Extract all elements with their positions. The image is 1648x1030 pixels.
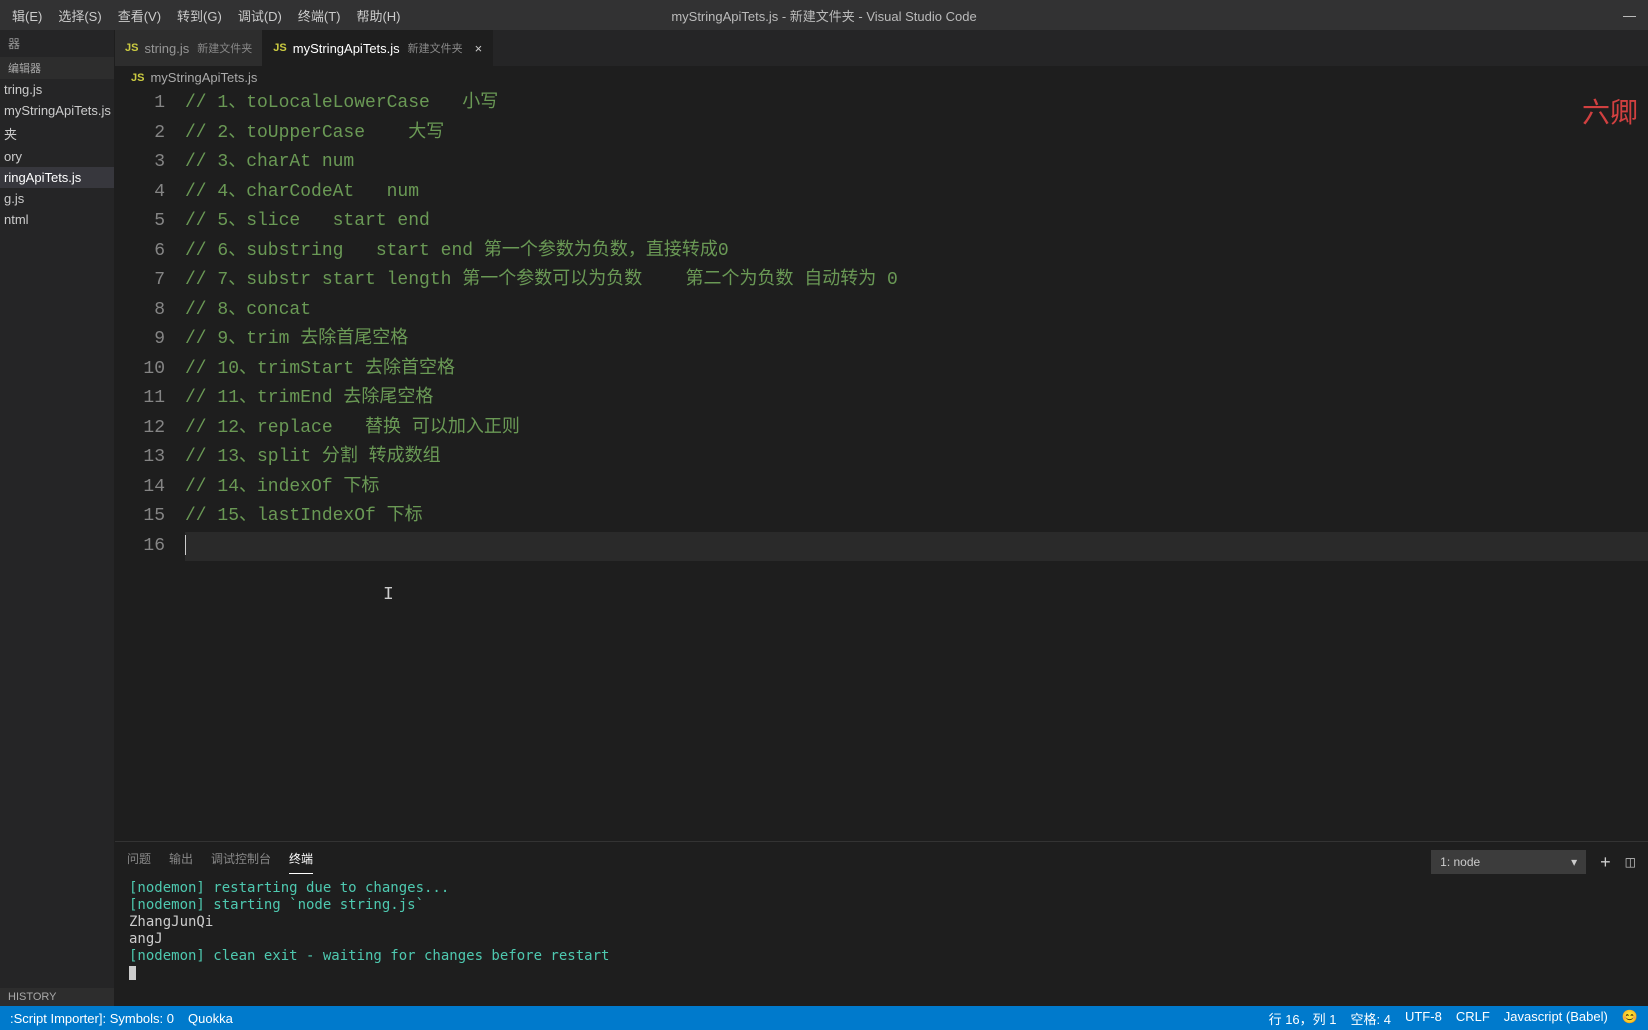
window-title: myStringApiTets.js - 新建文件夹 - Visual Stud… bbox=[671, 6, 976, 25]
sidebar-file[interactable]: 夹 bbox=[0, 121, 114, 146]
status-item[interactable]: CRLF bbox=[1456, 1009, 1490, 1028]
editor-tab[interactable]: JS myStringApiTets.js 新建文件夹 × bbox=[263, 30, 493, 66]
code-line[interactable]: // 2、toUpperCase 大写 bbox=[185, 119, 1648, 149]
code-line[interactable]: // 14、indexOf 下标 bbox=[185, 473, 1648, 503]
status-item[interactable]: 行 16，列 1 bbox=[1269, 1009, 1337, 1028]
status-item[interactable]: :Script Importer]: Symbols: 0 bbox=[10, 1011, 174, 1026]
menu-item[interactable]: 选择(S) bbox=[50, 6, 109, 25]
code-line[interactable]: // 9、trim 去除首尾空格 bbox=[185, 325, 1648, 355]
breadcrumb-file: myStringApiTets.js bbox=[150, 70, 257, 85]
sidebar-file[interactable]: myStringApiTets.js bbox=[0, 100, 114, 121]
tab-name: myStringApiTets.js bbox=[293, 41, 400, 56]
menu-bar: 辑(E)选择(S)查看(V)转到(G)调试(D)终端(T)帮助(H) bbox=[0, 6, 409, 25]
status-item[interactable]: 空格: 4 bbox=[1351, 1009, 1391, 1028]
menu-item[interactable]: 辑(E) bbox=[4, 6, 50, 25]
sidebar-section-history: HISTORY bbox=[0, 988, 114, 1006]
terminal-cursor bbox=[129, 966, 136, 980]
status-left: :Script Importer]: Symbols: 0 Quokka bbox=[10, 1011, 233, 1026]
status-item[interactable]: 😊 bbox=[1622, 1009, 1638, 1028]
sidebar-file[interactable]: ringApiTets.js bbox=[0, 167, 114, 188]
sidebar-section-editors: 编辑器 bbox=[0, 57, 114, 79]
code-line[interactable]: // 15、lastIndexOf 下标 bbox=[185, 502, 1648, 532]
js-icon: JS bbox=[131, 72, 144, 84]
js-icon: JS bbox=[273, 42, 286, 54]
terminal-output[interactable]: [nodemon] restarting due to changes...[n… bbox=[115, 874, 1648, 1006]
window-controls[interactable]: — bbox=[1611, 8, 1648, 23]
menu-item[interactable]: 转到(G) bbox=[169, 6, 230, 25]
terminal-line: [nodemon] starting `node string.js` bbox=[129, 897, 1634, 914]
sidebar: 器 编辑器 tring.jsmyStringApiTets.js夹oryring… bbox=[0, 30, 115, 1006]
code-line[interactable]: // 1、toLocaleLowerCase 小写 bbox=[185, 89, 1648, 119]
line-gutter: 12345678910111213141516 bbox=[115, 89, 185, 841]
code-line[interactable]: // 12、replace 替换 可以加入正则 bbox=[185, 414, 1648, 444]
text-cursor-icon: I bbox=[383, 581, 394, 611]
bottom-panel: 问题输出调试控制台终端 1: node ▾ + ◫ [nodemon] rest… bbox=[115, 841, 1648, 1006]
sidebar-file[interactable]: ory bbox=[0, 146, 114, 167]
code-lines[interactable]: // 1、toLocaleLowerCase 小写// 2、toUpperCas… bbox=[185, 89, 1648, 841]
code-line[interactable]: // 6、substring start end 第一个参数为负数，直接转成0 bbox=[185, 237, 1648, 267]
sidebar-file[interactable]: tring.js bbox=[0, 79, 114, 100]
menu-item[interactable]: 查看(V) bbox=[110, 6, 169, 25]
terminal-line: angJ bbox=[129, 931, 1634, 948]
minimize-icon[interactable]: — bbox=[1611, 8, 1648, 23]
watermark: 六卿 bbox=[1582, 99, 1638, 129]
status-bar: :Script Importer]: Symbols: 0 Quokka 行 16… bbox=[0, 1006, 1648, 1030]
code-line[interactable]: // 4、charCodeAt num bbox=[185, 178, 1648, 208]
panel-tab[interactable]: 调试控制台 bbox=[211, 850, 271, 874]
close-icon[interactable]: × bbox=[475, 41, 483, 56]
menu-item[interactable]: 终端(T) bbox=[290, 6, 349, 25]
code-line[interactable]: // 8、concat bbox=[185, 296, 1648, 326]
status-right: 行 16，列 1 空格: 4 UTF-8 CRLF Javascript (Babel)… bbox=[1269, 1009, 1638, 1028]
panel-tab[interactable]: 问题 bbox=[127, 850, 151, 874]
code-line[interactable]: // 5、slice start end bbox=[185, 207, 1648, 237]
new-terminal-icon[interactable]: + bbox=[1600, 852, 1611, 873]
status-item[interactable]: UTF-8 bbox=[1405, 1009, 1442, 1028]
sidebar-file[interactable]: ntml bbox=[0, 209, 114, 230]
code-line[interactable]: // 11、trimEnd 去除尾空格 bbox=[185, 384, 1648, 414]
panel-tab[interactable]: 终端 bbox=[289, 850, 313, 874]
sidebar-file[interactable]: g.js bbox=[0, 188, 114, 209]
tab-folder: 新建文件夹 bbox=[197, 40, 252, 56]
panel-tabs: 问题输出调试控制台终端 1: node ▾ + ◫ bbox=[115, 842, 1648, 874]
split-terminal-icon[interactable]: ◫ bbox=[1625, 855, 1636, 869]
code-line[interactable]: // 7、substr start length 第一个参数可以为负数 第二个为… bbox=[185, 266, 1648, 296]
code-line[interactable]: // 3、charAt num bbox=[185, 148, 1648, 178]
editor-tabs: JS string.js 新建文件夹 JS myStringApiTets.js 新建文件… bbox=[115, 30, 1648, 66]
code-line[interactable]: // 13、split 分割 转成数组 bbox=[185, 443, 1648, 473]
panel-tab[interactable]: 输出 bbox=[169, 850, 193, 874]
status-item[interactable]: Javascript (Babel) bbox=[1504, 1009, 1608, 1028]
sidebar-header: 器 bbox=[0, 30, 114, 57]
editor-tab[interactable]: JS string.js 新建文件夹 bbox=[115, 30, 263, 66]
code-editor[interactable]: 六卿 12345678910111213141516 // 1、toLocale… bbox=[115, 89, 1648, 841]
sidebar-file-list: tring.jsmyStringApiTets.js夹oryringApiTet… bbox=[0, 79, 114, 988]
terminal-select[interactable]: 1: node ▾ bbox=[1431, 850, 1586, 874]
terminal-line: ZhangJunQi bbox=[129, 914, 1634, 931]
title-bar: 辑(E)选择(S)查看(V)转到(G)调试(D)终端(T)帮助(H) myStr… bbox=[0, 0, 1648, 30]
menu-item[interactable]: 调试(D) bbox=[230, 6, 290, 25]
breadcrumb[interactable]: JS myStringApiTets.js bbox=[115, 66, 1648, 89]
menu-item[interactable]: 帮助(H) bbox=[348, 6, 408, 25]
terminal-line: [nodemon] clean exit - waiting for chang… bbox=[129, 948, 1634, 965]
js-icon: JS bbox=[125, 42, 138, 54]
terminal-line: [nodemon] restarting due to changes... bbox=[129, 880, 1634, 897]
tab-folder: 新建文件夹 bbox=[408, 40, 463, 56]
chevron-down-icon: ▾ bbox=[1571, 855, 1577, 869]
panel-tab-list: 问题输出调试控制台终端 bbox=[127, 850, 313, 874]
tab-name: string.js bbox=[144, 41, 189, 56]
code-line[interactable] bbox=[185, 532, 1648, 562]
status-item[interactable]: Quokka bbox=[188, 1011, 233, 1026]
code-line[interactable]: // 10、trimStart 去除首空格 bbox=[185, 355, 1648, 385]
